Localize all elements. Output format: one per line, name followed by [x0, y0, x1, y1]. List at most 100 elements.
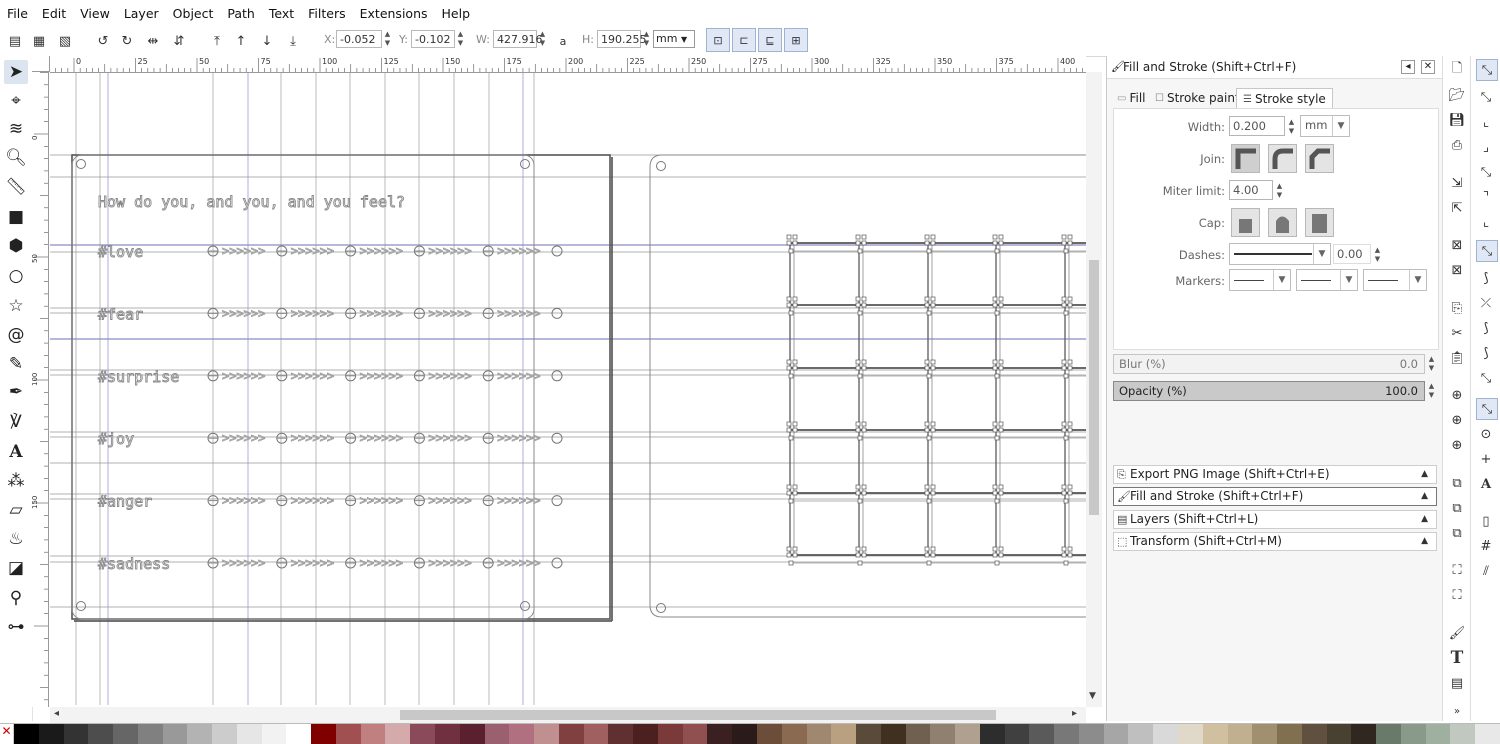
end-marker-select[interactable]: ▼: [1363, 269, 1427, 291]
width-spinner[interactable]: ▲ ▼: [1287, 118, 1296, 136]
raise-to-top-icon[interactable]: ⤒: [206, 30, 228, 52]
join-round-button[interactable]: [1268, 144, 1297, 173]
move-patterns-toggle[interactable]: ⊞: [784, 28, 808, 52]
vertical-ruler[interactable]: 0 50 100 150: [32, 72, 49, 707]
menu-help[interactable]: Help: [435, 6, 478, 21]
w-input[interactable]: 427.916: [493, 30, 543, 48]
snap-others-toggle-icon[interactable]: ⤡: [1476, 398, 1498, 420]
color-swatch[interactable]: [955, 724, 980, 744]
color-swatch[interactable]: [261, 724, 287, 744]
new-document-icon[interactable]: 🗋︎: [1447, 60, 1467, 80]
snap-cusp-icon[interactable]: ⟆: [1476, 318, 1496, 338]
join-bevel-button[interactable]: [1305, 144, 1334, 173]
duplicate-icon[interactable]: ⧉: [1447, 473, 1467, 493]
menu-edit[interactable]: Edit: [35, 6, 73, 21]
color-swatch[interactable]: [1301, 724, 1327, 744]
snap-midpoints-icon[interactable]: ⤡: [1476, 368, 1496, 388]
pen-tool-icon[interactable]: ✒: [4, 380, 28, 404]
panel-export-png[interactable]: ⎘ Export PNG Image (Shift+Ctrl+E) ▲: [1113, 465, 1437, 484]
unit-select[interactable]: mm ▼: [653, 30, 695, 48]
flip-horizontal-icon[interactable]: ⇹: [142, 30, 164, 52]
menu-text[interactable]: Text: [262, 6, 301, 21]
color-swatch[interactable]: [311, 724, 336, 744]
snap-toggle-icon[interactable]: ⤡: [1476, 59, 1498, 81]
color-swatch[interactable]: [1425, 724, 1451, 744]
color-swatch[interactable]: [113, 724, 138, 744]
import-icon[interactable]: ⇲: [1447, 173, 1467, 193]
vertical-scrollbar[interactable]: ▼: [1086, 72, 1102, 707]
select-all-icon[interactable]: ▤: [4, 30, 26, 52]
save-icon[interactable]: 💾︎: [1447, 110, 1467, 130]
text-tool-icon[interactable]: A: [4, 440, 28, 464]
color-swatch[interactable]: [657, 724, 683, 744]
bucket-tool-icon[interactable]: ♨: [4, 527, 28, 551]
node-tool-icon[interactable]: ⌖: [4, 89, 28, 113]
color-swatch[interactable]: [1400, 724, 1426, 744]
fill-stroke-icon[interactable]: 🖌︎: [1447, 623, 1467, 643]
snap-intersections-icon[interactable]: ⤫: [1476, 293, 1496, 313]
menu-filters[interactable]: Filters: [301, 6, 352, 21]
color-swatch[interactable]: [1475, 724, 1500, 744]
vertical-scroll-thumb[interactable]: [1089, 260, 1099, 515]
y-input[interactable]: -0.102: [411, 30, 455, 48]
close-icon[interactable]: ✕: [1421, 60, 1435, 74]
scale-corners-toggle[interactable]: ⊏: [732, 28, 756, 52]
spiral-tool-icon[interactable]: @: [4, 323, 28, 347]
color-swatch[interactable]: [360, 724, 386, 744]
lock-ratio-icon[interactable]: a: [552, 30, 574, 52]
snap-bbox-corner-icon[interactable]: ⌟: [1476, 137, 1496, 157]
color-swatch[interactable]: [335, 724, 361, 744]
color-swatch[interactable]: [236, 724, 262, 744]
menu-path[interactable]: Path: [220, 6, 261, 21]
cut-icon[interactable]: ✂: [1447, 323, 1467, 343]
menu-object[interactable]: Object: [166, 6, 221, 21]
star-tool-icon[interactable]: ☆: [4, 294, 28, 318]
flip-vertical-icon[interactable]: ⇵: [168, 30, 190, 52]
panel-layers[interactable]: ▤ Layers (Shift+Ctrl+L) ▲: [1113, 510, 1437, 529]
menu-extensions[interactable]: Extensions: [353, 6, 435, 21]
redo-icon[interactable]: ⊠: [1447, 260, 1467, 280]
pencil-tool-icon[interactable]: ✎: [4, 352, 28, 376]
menu-view[interactable]: View: [73, 6, 117, 21]
cap-butt-button[interactable]: [1231, 208, 1260, 237]
color-swatch[interactable]: [930, 724, 956, 744]
dash-offset-input[interactable]: 0.00: [1333, 244, 1371, 264]
color-swatch[interactable]: [558, 724, 584, 744]
x-input[interactable]: -0.052: [336, 30, 382, 48]
text-font-icon[interactable]: T: [1447, 648, 1467, 668]
color-swatch[interactable]: [831, 724, 857, 744]
paste-icon[interactable]: 📋︎: [1447, 348, 1467, 368]
color-swatch[interactable]: [509, 724, 535, 744]
color-swatch[interactable]: [608, 724, 634, 744]
dashes-select[interactable]: ▼: [1229, 243, 1331, 265]
eraser-tool-icon[interactable]: ▱: [4, 498, 28, 522]
color-swatch[interactable]: [1153, 724, 1178, 744]
color-swatch[interactable]: [212, 724, 237, 744]
zoom-selection-icon[interactable]: ⊕: [1447, 385, 1467, 405]
calligraphy-tool-icon[interactable]: ℣: [4, 410, 28, 434]
color-swatch[interactable]: [856, 724, 881, 744]
blur-spinner[interactable]: ▲ ▼: [1427, 355, 1436, 373]
snap-text-baseline-icon[interactable]: A: [1476, 474, 1496, 494]
color-swatch[interactable]: [583, 724, 609, 744]
color-swatch[interactable]: [880, 724, 906, 744]
color-swatch[interactable]: [781, 724, 807, 744]
export-icon[interactable]: ⇱: [1447, 198, 1467, 218]
zoom-tool-icon[interactable]: 🔍︎: [4, 146, 28, 170]
undo-icon[interactable]: ⊠: [1447, 235, 1467, 255]
color-swatch[interactable]: [756, 724, 782, 744]
move-gradients-toggle[interactable]: ⊑: [758, 28, 782, 52]
dropper-tool-icon[interactable]: ⚲: [4, 586, 28, 610]
deselect-icon[interactable]: ▧: [54, 30, 76, 52]
clone-icon[interactable]: ⧉: [1447, 498, 1467, 518]
color-swatch[interactable]: [1252, 724, 1278, 744]
blur-slider[interactable]: Blur (%) 0.0: [1113, 354, 1425, 374]
color-swatch[interactable]: [979, 724, 1005, 744]
open-icon[interactable]: 📂︎: [1447, 85, 1467, 105]
join-miter-button[interactable]: [1231, 144, 1260, 173]
color-swatch[interactable]: [435, 724, 460, 744]
snap-nodes-toggle-icon[interactable]: ⤡: [1476, 240, 1498, 262]
color-swatch[interactable]: [806, 724, 832, 744]
horizontal-ruler[interactable]: 0 25 50 75 100 125 150 175 200 225 250 275 300 325 350…: [50, 56, 1086, 73]
tab-stroke-paint[interactable]: ☐ Stroke paint: [1155, 88, 1240, 108]
